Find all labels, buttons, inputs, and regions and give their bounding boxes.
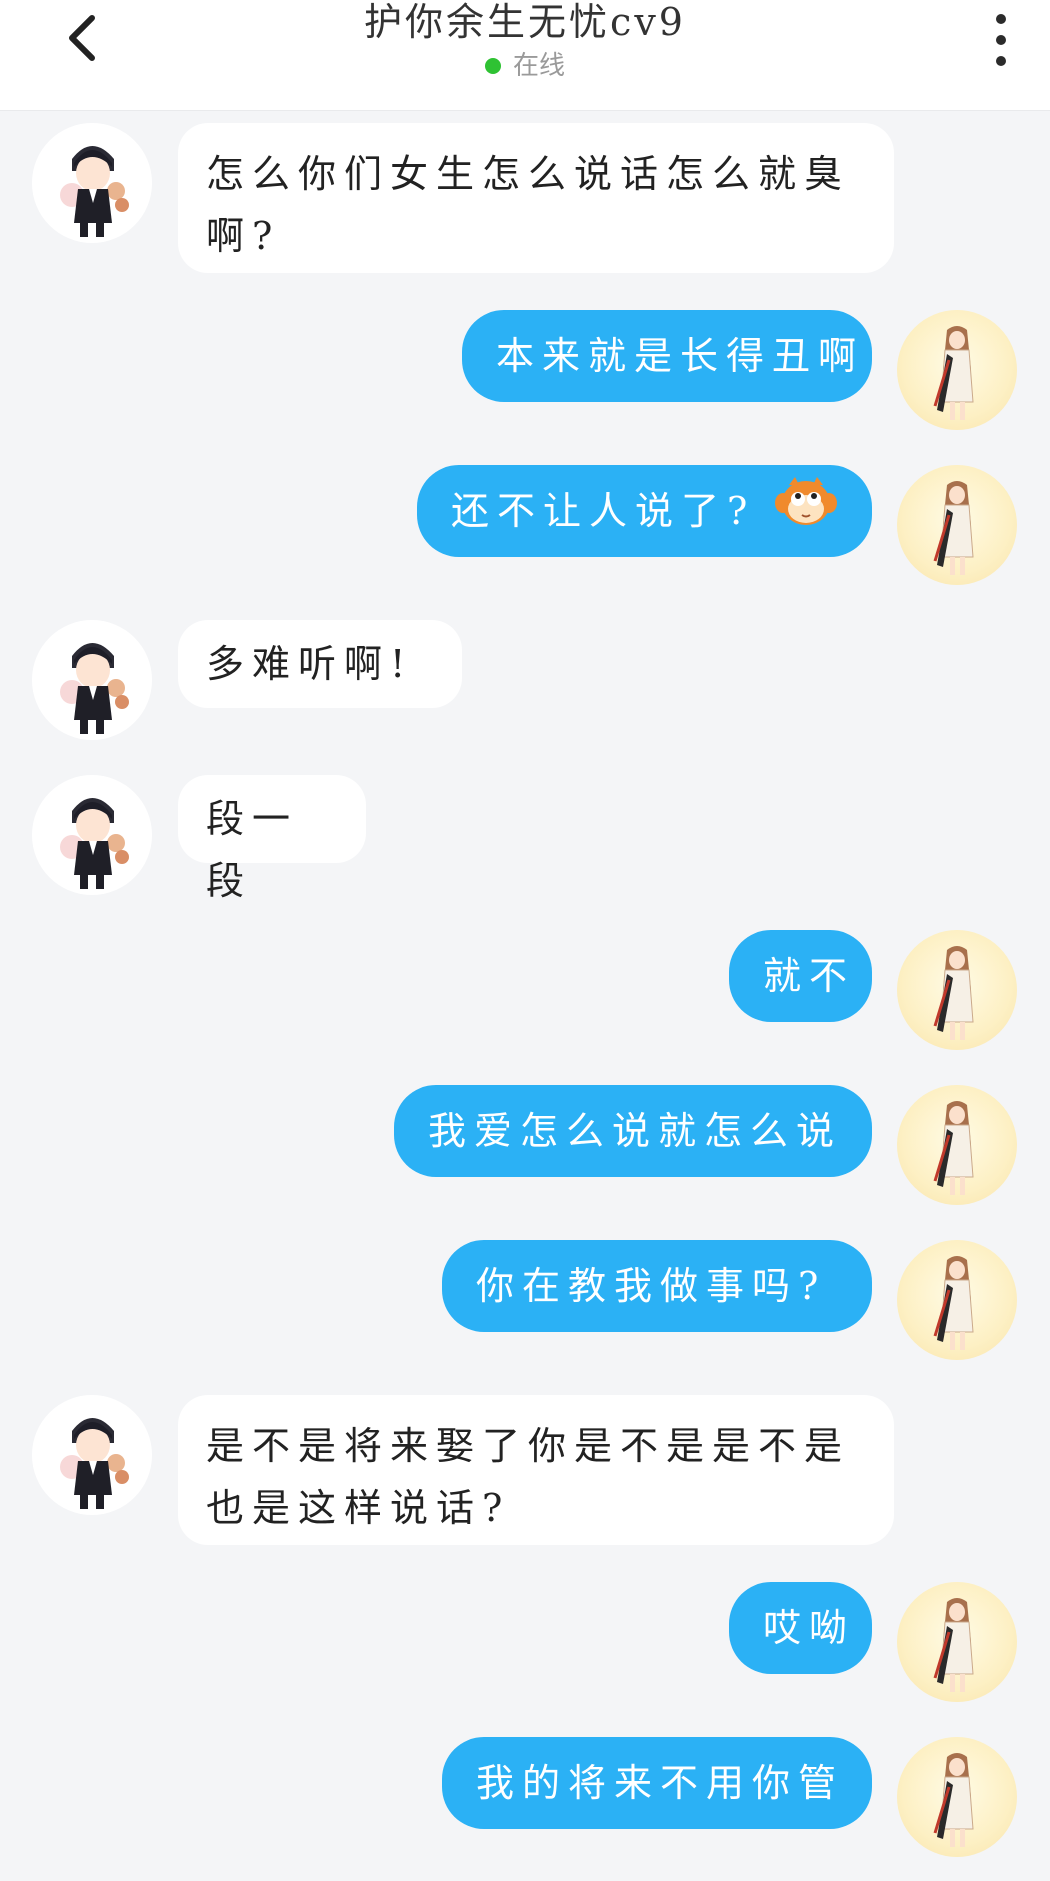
my-avatar[interactable] xyxy=(897,930,1017,1050)
message-text: 就不 xyxy=(763,954,856,998)
girl-avatar-icon xyxy=(933,1598,974,1692)
more-options-button[interactable] xyxy=(978,10,1024,70)
boy-avatar-icon xyxy=(32,1395,152,1515)
outgoing-message-bubble[interactable]: 还不让人说了? xyxy=(417,465,872,557)
outgoing-message-bubble[interactable]: 本来就是长得丑啊 xyxy=(462,310,872,402)
chat-header: 护你余生无忧cv9 在线 xyxy=(0,0,1050,110)
message-text: 我爱怎么说就怎么说 xyxy=(428,1109,843,1153)
my-avatar[interactable] xyxy=(897,1737,1017,1857)
boy-avatar-icon xyxy=(32,123,152,243)
more-dot xyxy=(996,35,1006,45)
message-text: 是不是将来娶了你是不是是不是也是这样说话? xyxy=(206,1424,851,1530)
outgoing-message-bubble[interactable]: 我爱怎么说就怎么说 xyxy=(394,1085,872,1177)
my-avatar[interactable] xyxy=(897,1582,1017,1702)
monkey-face-emoji xyxy=(775,475,838,547)
more-dot xyxy=(996,14,1006,24)
chat-title: 护你余生无忧cv9 xyxy=(364,0,686,44)
message-text: 怎么你们女生怎么说话怎么就臭啊? xyxy=(206,152,851,258)
girl-avatar-icon xyxy=(933,1753,974,1847)
outgoing-message-bubble[interactable]: 我的将来不用你管 xyxy=(442,1737,872,1829)
online-status: 在线 xyxy=(0,48,1050,84)
boy-avatar-icon xyxy=(32,620,152,740)
chat-screen: 护你余生无忧cv9 在线 怎么你们女生怎么说话怎么就臭啊? 本来就是长得丑啊 还… xyxy=(0,0,1050,1881)
my-avatar[interactable] xyxy=(897,1240,1017,1360)
message-text: 我的将来不用你管 xyxy=(476,1761,845,1805)
girl-avatar-icon xyxy=(933,946,974,1040)
message-text: 还不让人说了? xyxy=(451,489,756,533)
contact-avatar[interactable] xyxy=(32,775,152,895)
status-text: 在线 xyxy=(512,51,565,81)
outgoing-message-bubble[interactable]: 就不 xyxy=(729,930,872,1022)
girl-avatar-icon xyxy=(933,1256,974,1350)
incoming-message-bubble[interactable]: 段一段 xyxy=(178,775,366,903)
more-dot xyxy=(996,56,1006,66)
message-text: 段一段 xyxy=(206,797,299,903)
outgoing-message-bubble[interactable]: 哎呦 xyxy=(729,1582,872,1674)
my-avatar[interactable] xyxy=(897,465,1017,585)
girl-avatar-icon xyxy=(933,481,974,575)
incoming-message-bubble[interactable]: 多难听啊! xyxy=(178,620,462,708)
message-text: 多难听啊! xyxy=(206,642,414,686)
message-text: 你在教我做事吗? xyxy=(476,1264,827,1308)
outgoing-message-bubble[interactable]: 你在教我做事吗? xyxy=(442,1240,872,1332)
my-avatar[interactable] xyxy=(897,310,1017,430)
online-dot-icon xyxy=(484,58,501,74)
contact-avatar[interactable] xyxy=(32,123,152,243)
incoming-message-bubble[interactable]: 怎么你们女生怎么说话怎么就臭啊? xyxy=(178,123,894,273)
girl-avatar-icon xyxy=(933,1101,974,1195)
message-text: 本来就是长得丑啊 xyxy=(496,334,865,378)
contact-avatar[interactable] xyxy=(32,1395,152,1515)
contact-avatar[interactable] xyxy=(32,620,152,740)
my-avatar[interactable] xyxy=(897,1085,1017,1205)
boy-avatar-icon xyxy=(32,775,152,895)
message-text: 哎呦 xyxy=(763,1606,856,1650)
girl-avatar-icon xyxy=(933,326,974,420)
incoming-message-bubble[interactable]: 是不是将来娶了你是不是是不是也是这样说话? xyxy=(178,1395,894,1545)
